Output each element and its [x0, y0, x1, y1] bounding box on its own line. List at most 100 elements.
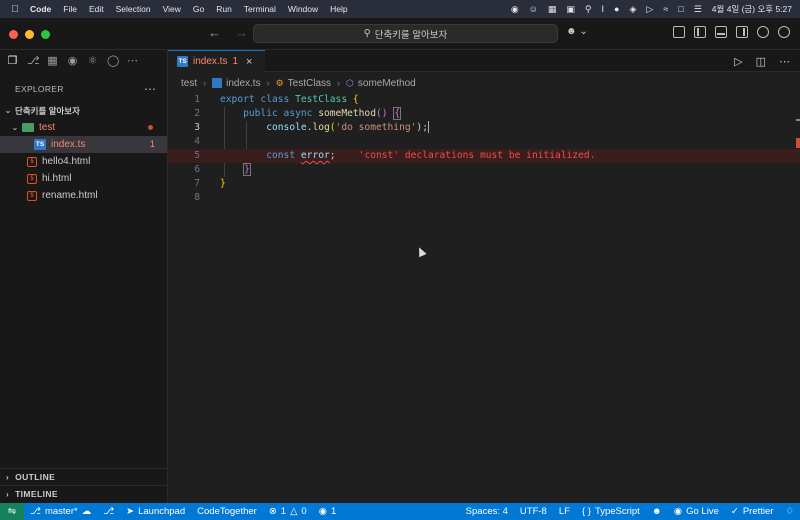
breadcrumb-method[interactable]: someMethod	[358, 78, 416, 89]
breadcrumb-file[interactable]: index.ts	[226, 78, 260, 89]
file-hi-label: hi.html	[42, 173, 72, 184]
branch-status[interactable]: ⎇ master* ☁	[24, 506, 97, 517]
github-icon[interactable]: ◉	[67, 55, 78, 67]
remote-indicator[interactable]: ⇋	[0, 503, 24, 520]
back-arrow-icon[interactable]: ←	[208, 25, 221, 40]
react-icon[interactable]: ⚛	[87, 55, 98, 67]
command-center[interactable]: ⚲ 단축키를 알아보자	[253, 24, 558, 43]
extensions-icon[interactable]: ▦	[47, 55, 58, 67]
eol-status[interactable]: LF	[553, 506, 576, 517]
input-source-icon[interactable]: □	[678, 4, 683, 14]
codetogether-status[interactable]: CodeTogether	[191, 506, 263, 517]
text-cursor	[427, 121, 429, 133]
code-line-5[interactable]: 5 const error; 'const' declarations must…	[168, 149, 800, 163]
layout-customize-icon[interactable]	[673, 26, 685, 38]
menu-go[interactable]: Go	[193, 4, 204, 14]
copilot-icon: ☻	[566, 26, 577, 37]
file-rename-label: rename.html	[42, 190, 98, 201]
code-line-2[interactable]: 2 public async someMethod() {	[168, 107, 800, 121]
indentation-status[interactable]: Spaces: 4	[460, 506, 514, 517]
close-window-button[interactable]	[9, 30, 18, 39]
notifications-status[interactable]: ♢	[779, 506, 800, 517]
code-line-7[interactable]: 7 }	[168, 177, 800, 191]
forward-arrow-icon[interactable]: →	[235, 25, 248, 40]
code-line-3[interactable]: 3 console.log('do something');	[168, 121, 800, 135]
tab-index-ts[interactable]: TS index.ts 1 ×	[168, 50, 265, 72]
explorer-files-icon[interactable]: ❐	[7, 55, 18, 67]
source-control-icon[interactable]: ⎇	[27, 55, 40, 67]
search-status-icon[interactable]: ⚲	[585, 4, 592, 15]
ports-count: 1	[331, 506, 337, 517]
run-play-icon[interactable]: ▷	[734, 55, 742, 68]
pull-request-status[interactable]: ⎇	[97, 506, 120, 517]
record-icon[interactable]: ◉	[511, 4, 519, 15]
folder-test[interactable]: ⌄ test	[0, 119, 167, 136]
menu-selection[interactable]: Selection	[116, 4, 151, 14]
menu-terminal[interactable]: Terminal	[244, 4, 276, 14]
file-index-ts[interactable]: TS index.ts 1	[0, 136, 167, 153]
menu-edit[interactable]: Edit	[89, 4, 104, 14]
code-line-8[interactable]: 8	[168, 191, 800, 205]
accounts-icon[interactable]	[757, 26, 769, 38]
chrome-icon[interactable]: ●	[614, 4, 619, 14]
settings-gear-icon[interactable]	[778, 26, 790, 38]
timeline-section[interactable]: › TIMELINE	[0, 485, 168, 502]
explorer-header: EXPLORER ⋯	[0, 76, 167, 102]
menubar-clock[interactable]: 4월 4일 (금) 오후 5:27	[712, 3, 792, 15]
encoding-status[interactable]: UTF-8	[514, 506, 553, 517]
file-hi-html[interactable]: 5 hi.html	[0, 170, 167, 187]
outline-section[interactable]: › OUTLINE	[0, 468, 168, 485]
control-center-icon[interactable]: ☰	[694, 4, 702, 15]
pull-request-icon: ⎇	[103, 506, 115, 517]
chevron-right-icon: ›	[6, 472, 10, 482]
file-rename-html[interactable]: 5 rename.html	[0, 187, 167, 204]
more-views-icon[interactable]: ⋯	[127, 55, 138, 67]
zoom-window-button[interactable]	[41, 30, 50, 39]
problems-status[interactable]: ⊗ 1 △ 0	[263, 506, 313, 517]
layers-icon[interactable]: ◈	[629, 4, 636, 15]
menu-file[interactable]: File	[63, 4, 77, 14]
language-status[interactable]: { } TypeScript	[576, 506, 646, 517]
more-actions-icon[interactable]: ⋯	[144, 82, 157, 96]
menu-app-name[interactable]: Code	[30, 4, 51, 14]
more-actions-icon[interactable]: ⋯	[779, 55, 790, 68]
chevron-right-icon: ›	[6, 489, 10, 499]
code-line-6[interactable]: 6 }	[168, 163, 800, 177]
breadcrumb-class[interactable]: TestClass	[288, 78, 331, 89]
cursor-status-icon[interactable]: I	[602, 4, 605, 14]
cat-icon[interactable]: ☺	[529, 4, 538, 14]
code-text: export class TestClass {	[220, 94, 359, 105]
copilot-status[interactable]: ☻	[646, 506, 668, 517]
toggle-primary-sidebar-icon[interactable]	[694, 26, 706, 38]
code-text: }	[220, 178, 226, 189]
launchpad-status[interactable]: ➤ Launchpad	[120, 506, 191, 517]
toggle-secondary-sidebar-icon[interactable]	[736, 26, 748, 38]
grid-icon[interactable]: ▦	[548, 4, 557, 15]
remote-explorer-icon[interactable]: ◯	[107, 55, 119, 67]
play-status-icon[interactable]: ▷	[646, 4, 653, 15]
golive-status[interactable]: ◉ Go Live	[668, 506, 725, 517]
folder-test-label: test	[39, 122, 56, 133]
apple-icon[interactable]: 	[8, 4, 22, 15]
ports-status[interactable]: ◉ 1	[313, 506, 343, 517]
toggle-panel-icon[interactable]	[715, 26, 727, 38]
workspace-root[interactable]: ⌄ 단축키를 알아보자	[0, 102, 167, 119]
menu-help[interactable]: Help	[330, 4, 347, 14]
code-line-4[interactable]: 4	[168, 135, 800, 149]
close-icon[interactable]: ×	[246, 56, 252, 68]
split-editor-icon[interactable]: ◫	[756, 55, 766, 68]
prettier-status[interactable]: ✓ Prettier	[725, 506, 780, 517]
minimize-window-button[interactable]	[25, 30, 34, 39]
line-number: 3	[194, 122, 200, 133]
breadcrumb-folder[interactable]: test	[181, 78, 197, 89]
bell-icon: ♢	[785, 506, 794, 517]
menu-window[interactable]: Window	[288, 4, 318, 14]
menu-view[interactable]: View	[163, 4, 181, 14]
file-hello4-html[interactable]: 5 hello4.html	[0, 153, 167, 170]
layout-icon[interactable]: ▣	[566, 4, 575, 15]
copilot-menu-button[interactable]: ☻ ⌄	[566, 26, 588, 37]
menu-run[interactable]: Run	[216, 4, 232, 14]
wifi-icon[interactable]: ≈	[663, 4, 668, 14]
code-line-1[interactable]: 1 export class TestClass {	[168, 93, 800, 107]
code-editor[interactable]: 1 export class TestClass { 2 public asyn…	[168, 93, 800, 503]
